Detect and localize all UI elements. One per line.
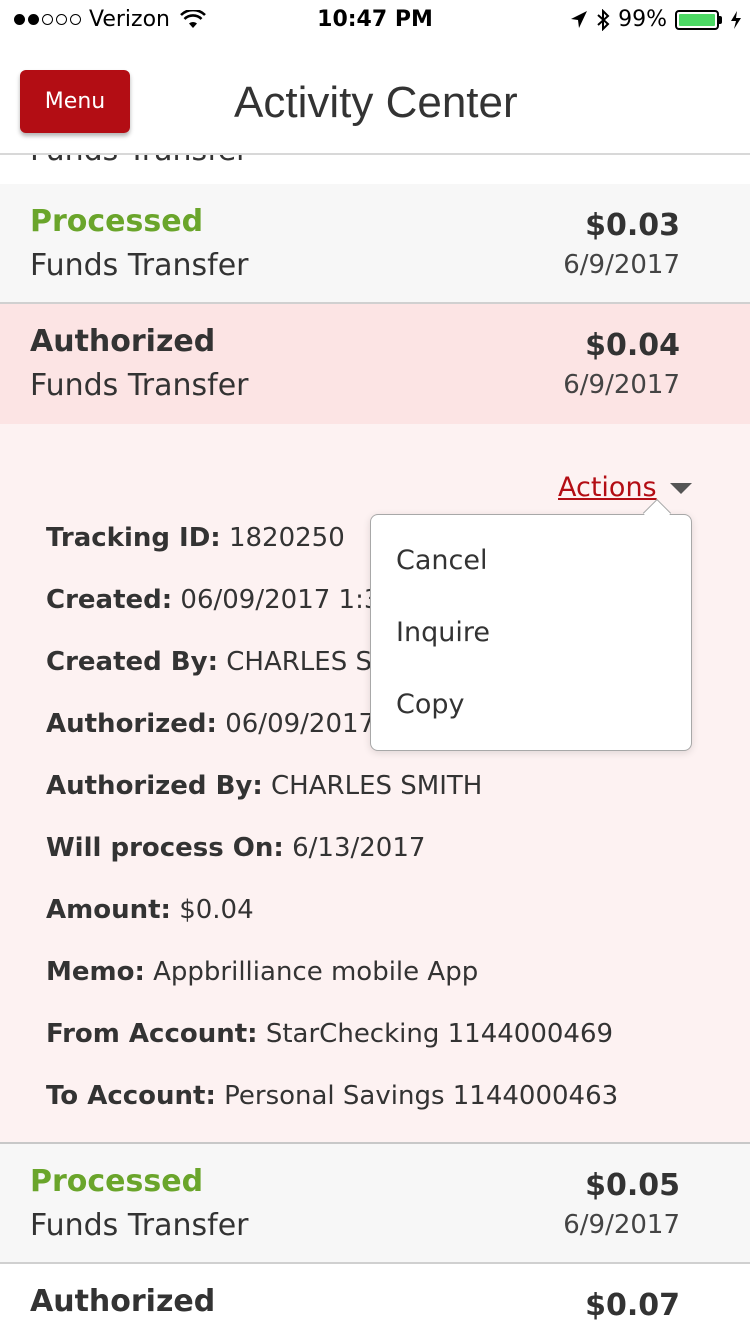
- transaction-date: 6/9/2017: [563, 1210, 680, 1240]
- menu-item-copy[interactable]: Copy: [396, 689, 465, 720]
- transaction-status: Processed: [30, 1164, 204, 1199]
- detail-process-date: Will process On: 6/13/2017: [46, 833, 426, 863]
- list-item-partial[interactable]: Funds Transfer: [0, 155, 750, 184]
- status-bar: Verizon 10:47 PM 99%: [0, 0, 750, 40]
- transaction-status: Authorized: [30, 1284, 216, 1319]
- list-item[interactable]: Processed Funds Transfer $0.03 6/9/2017: [0, 184, 750, 304]
- transaction-type: Funds Transfer: [30, 248, 249, 283]
- menu-item-cancel[interactable]: Cancel: [396, 545, 487, 576]
- chevron-down-icon[interactable]: [670, 483, 692, 494]
- actions-link[interactable]: Actions: [558, 472, 657, 503]
- charging-bolt-icon: [731, 10, 741, 29]
- detail-amount: Amount: $0.04: [46, 895, 254, 925]
- list-item[interactable]: Authorized $0.07: [0, 1264, 750, 1334]
- transaction-type: Funds Transfer: [30, 1208, 249, 1243]
- transaction-amount: $0.03: [585, 208, 680, 243]
- detail-created: Created: 06/09/2017 1:32: [46, 585, 397, 615]
- list-item-selected[interactable]: Authorized Funds Transfer $0.04 6/9/2017: [0, 304, 750, 424]
- menu-item-inquire[interactable]: Inquire: [396, 617, 490, 648]
- transaction-amount: $0.04: [585, 328, 680, 363]
- transaction-amount: $0.05: [585, 1168, 680, 1203]
- page-title: Activity Center: [234, 78, 518, 127]
- detail-authorized-by: Authorized By: CHARLES SMITH: [46, 771, 483, 801]
- location-arrow-icon: [571, 10, 588, 28]
- detail-to-account: To Account: Personal Savings 1144000463: [46, 1081, 619, 1111]
- battery-icon: [675, 9, 722, 30]
- detail-tracking-id: Tracking ID: 1820250: [46, 523, 345, 553]
- transaction-type: Funds Transfer: [30, 155, 248, 168]
- status-bar-right: 99%: [570, 7, 742, 32]
- nav-header: Menu Activity Center: [0, 40, 750, 155]
- actions-dropdown-menu: Cancel Inquire Copy: [370, 514, 692, 751]
- transaction-date: 6/9/2017: [563, 250, 680, 280]
- transaction-type: Funds Transfer: [30, 368, 249, 403]
- menu-button[interactable]: Menu: [20, 70, 130, 133]
- battery-percent: 99%: [618, 7, 667, 32]
- detail-authorized: Authorized: 06/09/2017: [46, 709, 376, 739]
- transaction-status: Authorized: [30, 324, 216, 359]
- transaction-date: 6/9/2017: [563, 370, 680, 400]
- detail-from-account: From Account: StarChecking 1144000469: [46, 1019, 614, 1049]
- bluetooth-icon: [597, 8, 610, 31]
- transaction-amount: $0.07: [585, 1288, 680, 1323]
- list-item[interactable]: Processed Funds Transfer $0.05 6/9/2017: [0, 1144, 750, 1264]
- transaction-status: Processed: [30, 204, 204, 239]
- detail-memo: Memo: Appbrilliance mobile App: [46, 957, 479, 987]
